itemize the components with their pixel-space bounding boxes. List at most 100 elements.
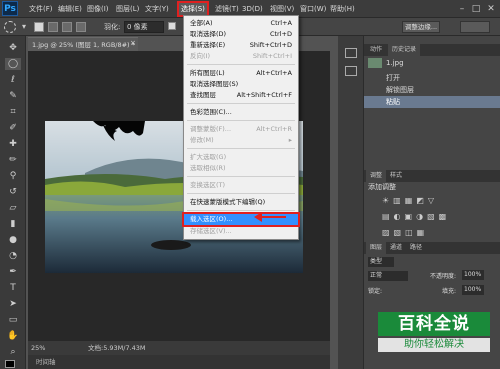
- adjustment-icons-row-2[interactable]: ▤◐▣◑▧▩: [382, 212, 450, 221]
- menu-item-quick-mask[interactable]: 在快速蒙版模式下编辑(Q): [184, 197, 298, 208]
- shape-tool-icon[interactable]: ▭: [5, 314, 21, 326]
- menu-item-all-layers[interactable]: 所有图层(L) Alt+Ctrl+A: [184, 68, 298, 79]
- dodge-tool-icon[interactable]: ◔: [5, 250, 21, 262]
- info-icon[interactable]: [345, 66, 357, 76]
- menu-image[interactable]: 图像(I): [85, 0, 111, 18]
- zoom-tool-icon[interactable]: ⌕: [5, 346, 21, 358]
- menu-type[interactable]: 文字(Y): [143, 0, 171, 18]
- annotation-arrow-icon: [254, 212, 286, 222]
- doc-info: 文档:5.93M/7.43M: [88, 344, 146, 352]
- blend-mode-select[interactable]: 正常: [368, 271, 408, 281]
- opacity-input[interactable]: 100%: [462, 270, 484, 280]
- menu-edit[interactable]: 编辑(E): [56, 0, 84, 18]
- menu-item-all[interactable]: 全部(A) Ctrl+A: [184, 18, 298, 29]
- histogram-icon[interactable]: [345, 48, 357, 58]
- brush-tool-icon[interactable]: ✏: [5, 154, 21, 166]
- history-item[interactable]: 解锁图层: [364, 84, 500, 96]
- crop-tool-icon[interactable]: ⌗: [5, 106, 21, 118]
- add-selection-icon[interactable]: [48, 22, 58, 32]
- tab-styles[interactable]: 样式: [386, 170, 406, 182]
- zoom-level[interactable]: 25%: [31, 341, 45, 355]
- menu-window[interactable]: 窗口(W): [298, 0, 328, 18]
- history-item-label: 粘贴: [386, 98, 400, 106]
- type-tool-icon[interactable]: T: [5, 282, 21, 294]
- clone-stamp-tool-icon[interactable]: ⚲: [5, 170, 21, 182]
- feather-label: 羽化:: [104, 23, 121, 31]
- menu-item-reselect[interactable]: 重新选择(E) Shift+Ctrl+D: [184, 40, 298, 51]
- history-brush-tool-icon[interactable]: ↺: [5, 186, 21, 198]
- minimize-icon[interactable]: –: [456, 3, 468, 15]
- maximize-icon[interactable]: □: [470, 3, 482, 15]
- menu-item-refine-mask[interactable]: 调整蒙版(F)... Alt+Ctrl+R: [184, 124, 298, 135]
- tab-adjustments[interactable]: 调整: [366, 170, 387, 182]
- menu-item-save-selection[interactable]: 存储选区(V)...: [184, 226, 298, 237]
- lasso-tool-icon[interactable]: ℓ: [5, 74, 21, 86]
- document-tab[interactable]: 1.jpg @ 25% (图层 1, RGB/8#) *: [28, 37, 138, 51]
- eraser-tool-icon[interactable]: ▱: [5, 202, 21, 214]
- subtract-selection-icon[interactable]: [62, 22, 72, 32]
- history-panel-tabs: 动作 历史记录: [364, 44, 500, 56]
- workspace-select[interactable]: [460, 21, 490, 33]
- menu-item-grow[interactable]: 扩大选取(G): [184, 152, 298, 163]
- menu-item-color-range[interactable]: 色彩范围(C)...: [184, 107, 298, 118]
- hand-tool-icon[interactable]: ✋: [5, 330, 21, 342]
- path-select-tool-icon[interactable]: ➤: [5, 298, 21, 310]
- pen-tool-icon[interactable]: ✒: [5, 266, 21, 278]
- submenu-arrow-icon: ▸: [288, 136, 292, 144]
- history-snapshot[interactable]: 1.jpg: [364, 56, 500, 70]
- menu-item-inverse[interactable]: 反向(I) Shift+Ctrl+I: [184, 51, 298, 62]
- foreground-color-swatch[interactable]: [5, 360, 15, 368]
- ellipse-marquee-tool-icon[interactable]: ◯: [5, 58, 21, 70]
- move-tool-icon[interactable]: ✥: [5, 42, 21, 54]
- history-item-label: 解锁图层: [386, 86, 414, 94]
- menu-item-transform-selection[interactable]: 变换选区(T): [184, 180, 298, 191]
- adjustment-icons-row-1[interactable]: ☀▥▦◩▽: [382, 196, 438, 205]
- lock-label: 锁定:: [368, 288, 383, 295]
- history-item-active[interactable]: 粘贴: [364, 96, 500, 108]
- ellipse-marquee-icon[interactable]: [4, 21, 16, 33]
- healing-brush-tool-icon[interactable]: ✚: [5, 138, 21, 150]
- quick-select-tool-icon[interactable]: ✎: [5, 90, 21, 102]
- tab-history[interactable]: 历史记录: [388, 44, 421, 56]
- menu-item-modify[interactable]: 修改(M) ▸: [184, 135, 298, 146]
- intersect-selection-icon[interactable]: [76, 22, 86, 32]
- menu-item-find-layers[interactable]: 查找图层 Alt+Shift+Ctrl+F: [184, 90, 298, 101]
- history-item[interactable]: 打开: [364, 72, 500, 84]
- eyedropper-tool-icon[interactable]: ✐: [5, 122, 21, 134]
- snapshot-thumbnail: [368, 58, 382, 68]
- close-icon[interactable]: ✕: [485, 3, 497, 15]
- opacity-label: 不透明度:: [430, 273, 457, 280]
- feather-input[interactable]: 0 像素: [124, 21, 164, 33]
- layer-kind-filter[interactable]: 类型: [368, 257, 394, 267]
- select-menu-dropdown: 全部(A) Ctrl+A 取消选择(D) Ctrl+D 重新选择(E) Shift+C…: [182, 15, 300, 240]
- menu-layer[interactable]: 图层(L): [114, 0, 141, 18]
- watermark-title: 百科全说: [378, 312, 490, 336]
- watermark-subtitle: 助你轻松解决: [378, 338, 490, 352]
- fill-input[interactable]: 100%: [462, 285, 484, 295]
- menu-separator: [187, 120, 295, 121]
- menu-file[interactable]: 文件(F): [27, 0, 55, 18]
- blur-tool-icon[interactable]: ●: [5, 234, 21, 246]
- menu-item-similar[interactable]: 选取相似(R): [184, 163, 298, 174]
- tab-actions[interactable]: 动作: [366, 44, 386, 56]
- menu-help[interactable]: 帮助(H): [328, 0, 357, 18]
- refine-edge-button[interactable]: 调整边缘...: [402, 21, 440, 33]
- status-bar: 25% 文档:5.93M/7.43M: [28, 341, 330, 355]
- menu-separator: [187, 64, 295, 65]
- tab-paths[interactable]: 路径: [406, 242, 426, 254]
- chevron-down-icon[interactable]: ▾: [22, 22, 26, 31]
- history-snapshot-label: 1.jpg: [386, 59, 404, 67]
- adjustments-title: 添加调整: [368, 183, 396, 191]
- tab-channels[interactable]: 通道: [386, 242, 406, 254]
- tab-layers[interactable]: 图层: [366, 242, 387, 254]
- adjustment-icons-row-3[interactable]: ▨▧◫▦: [382, 228, 428, 237]
- close-tab-icon[interactable]: ×: [130, 39, 136, 47]
- new-selection-icon[interactable]: [34, 22, 44, 32]
- menu-item-deselect-layers[interactable]: 取消选择图层(S): [184, 79, 298, 90]
- menu-separator: [187, 148, 295, 149]
- timeline-panel-tab[interactable]: 时间轴: [28, 355, 330, 369]
- menu-separator: [187, 193, 295, 194]
- menu-item-deselect[interactable]: 取消选择(D) Ctrl+D: [184, 29, 298, 40]
- antialias-checkbox[interactable]: [168, 22, 176, 30]
- gradient-tool-icon[interactable]: ▮: [5, 218, 21, 230]
